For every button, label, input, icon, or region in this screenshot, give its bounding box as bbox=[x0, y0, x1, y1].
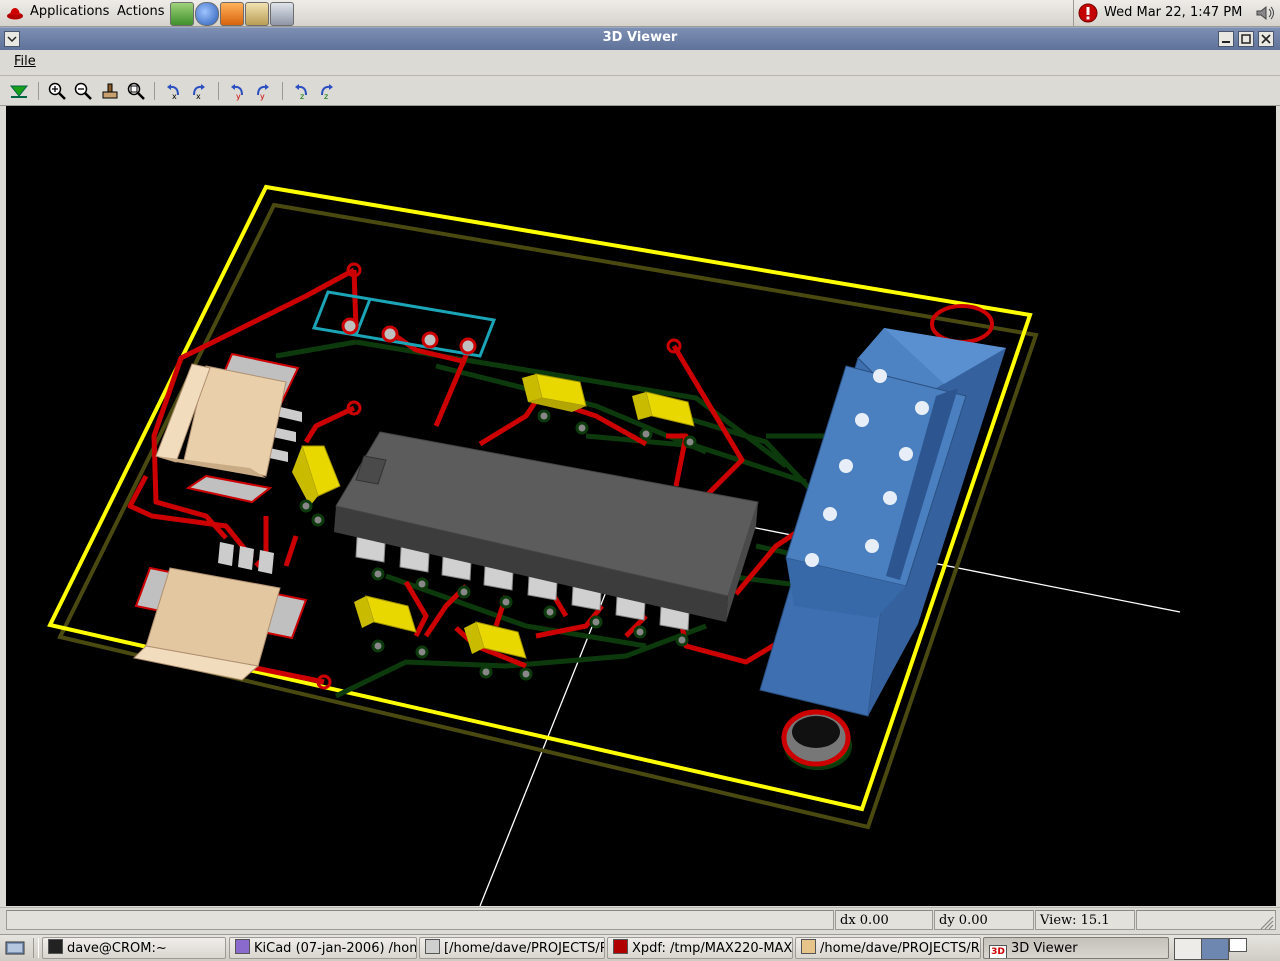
rotate-y-neg-button[interactable]: y bbox=[227, 81, 247, 101]
svg-text:y: y bbox=[260, 92, 265, 101]
toolbar: x x y y z z bbox=[0, 76, 1280, 106]
clock[interactable]: Wed Mar 22, 1:47 PM bbox=[1104, 5, 1242, 20]
window-title: 3D Viewer bbox=[602, 30, 678, 45]
kicad-icon bbox=[235, 939, 250, 954]
applications-menu[interactable]: Applications bbox=[30, 4, 109, 19]
toolbar-separator bbox=[282, 82, 283, 100]
rotate-y-neg-icon: y bbox=[231, 84, 243, 101]
text-editor-launcher-icon[interactable] bbox=[245, 2, 269, 26]
connector-j2 bbox=[132, 542, 308, 681]
top-panel: Applications Actions Wed Mar 22, 1:47 PM bbox=[0, 0, 1280, 27]
status-view: View: 15.1 bbox=[1035, 910, 1135, 930]
task-file-browser[interactable]: /home/dave/PROJECTS/R bbox=[795, 937, 981, 959]
redraw-button[interactable] bbox=[100, 81, 120, 101]
task-label: dave@CROM:~ bbox=[67, 941, 167, 956]
xpdf-icon bbox=[613, 939, 628, 954]
workspace-1[interactable] bbox=[1174, 938, 1202, 960]
pcb-3d-render bbox=[47, 184, 1181, 906]
rotate-x-neg-button[interactable]: x bbox=[163, 81, 183, 101]
rotate-x-pos-button[interactable]: x bbox=[189, 81, 209, 101]
svg-text:x: x bbox=[172, 92, 177, 101]
status-dx: dx 0.00 bbox=[835, 910, 933, 930]
web-browser-launcher-icon[interactable] bbox=[195, 2, 219, 26]
toolbar-separator bbox=[38, 82, 39, 100]
capacitor bbox=[292, 445, 341, 527]
task-label: [/home/dave/PROJECTS/R bbox=[444, 941, 605, 956]
minimize-icon bbox=[1222, 41, 1230, 43]
connector-j1 bbox=[155, 352, 302, 504]
zoom-in-button[interactable] bbox=[47, 81, 67, 101]
close-button[interactable] bbox=[1258, 31, 1274, 47]
rotate-z-pos-icon: z bbox=[321, 84, 333, 101]
task-label: KiCad (07-jan-2006) /hom bbox=[254, 941, 417, 956]
pcbnew-icon bbox=[425, 939, 440, 954]
rotate-z-pos-button[interactable]: z bbox=[317, 81, 337, 101]
task-label: 3D Viewer bbox=[1011, 941, 1078, 956]
status-extra-field bbox=[1136, 910, 1276, 930]
spreadsheet-launcher-icon[interactable] bbox=[270, 2, 294, 26]
svg-text:x: x bbox=[196, 92, 201, 101]
maximize-button[interactable] bbox=[1238, 31, 1254, 47]
task-pcbnew[interactable]: [/home/dave/PROJECTS/R bbox=[419, 937, 605, 959]
workspace-3[interactable] bbox=[1229, 938, 1247, 952]
redraw-icon bbox=[102, 83, 118, 99]
rotate-y-pos-button[interactable]: y bbox=[253, 81, 273, 101]
alert-icon[interactable] bbox=[1078, 3, 1098, 23]
menu-file[interactable]: File bbox=[14, 54, 36, 69]
rotate-z-neg-button[interactable]: z bbox=[291, 81, 311, 101]
toolbar-separator bbox=[154, 82, 155, 100]
mounting-hole bbox=[781, 709, 852, 770]
db9-connector bbox=[759, 328, 1006, 717]
reload-button[interactable] bbox=[9, 81, 29, 101]
task-label: /home/dave/PROJECTS/R bbox=[820, 941, 980, 956]
task-xpdf[interactable]: Xpdf: /tmp/MAX220-MAX2 bbox=[607, 937, 793, 959]
zoom-fit-icon bbox=[127, 82, 145, 100]
email-launcher-icon[interactable] bbox=[220, 2, 244, 26]
window-titlebar[interactable]: 3D Viewer bbox=[0, 27, 1280, 51]
svg-text:z: z bbox=[324, 92, 328, 101]
volume-icon[interactable] bbox=[1254, 4, 1276, 22]
reload-icon bbox=[9, 85, 29, 98]
task-3d-viewer[interactable]: 3D 3D Viewer bbox=[983, 937, 1169, 959]
workspace-2[interactable] bbox=[1201, 938, 1229, 960]
svg-text:y: y bbox=[236, 92, 241, 101]
svg-text:z: z bbox=[300, 92, 304, 101]
capacitor bbox=[354, 595, 429, 659]
toolbar-separator bbox=[218, 82, 219, 100]
task-terminal[interactable]: dave@CROM:~ bbox=[42, 937, 226, 959]
3d-viewer-icon: 3D bbox=[989, 945, 1007, 958]
clock-area: Wed Mar 22, 1:47 PM bbox=[1073, 0, 1280, 26]
zoom-fit-button[interactable] bbox=[126, 81, 146, 101]
menubar: File bbox=[0, 50, 1280, 76]
rotate-x-neg-icon: x bbox=[167, 84, 179, 101]
file-manager-launcher-icon[interactable] bbox=[170, 2, 194, 26]
close-icon bbox=[1261, 34, 1271, 44]
3d-viewport[interactable] bbox=[6, 106, 1276, 906]
rotate-y-pos-icon: y bbox=[257, 84, 269, 101]
task-kicad[interactable]: KiCad (07-jan-2006) /hom bbox=[229, 937, 417, 959]
rotate-x-pos-icon: x bbox=[193, 84, 205, 101]
rotate-z-neg-icon: z bbox=[295, 84, 307, 101]
zoom-out-button[interactable] bbox=[73, 81, 93, 101]
resize-grip-icon[interactable] bbox=[1258, 914, 1274, 930]
taskbar: dave@CROM:~ KiCad (07-jan-2006) /hom [/h… bbox=[0, 934, 1280, 961]
actions-menu[interactable]: Actions bbox=[117, 4, 165, 19]
taskbar-handle[interactable] bbox=[33, 938, 39, 958]
status-message-field bbox=[6, 910, 834, 930]
maximize-icon bbox=[1241, 34, 1251, 44]
status-bar: dx 0.00 dy 0.00 View: 15.1 bbox=[0, 907, 1280, 934]
zoom-out-icon bbox=[74, 82, 92, 100]
minimize-button[interactable] bbox=[1218, 31, 1234, 47]
task-label: Xpdf: /tmp/MAX220-MAX2 bbox=[632, 941, 793, 956]
status-dy: dy 0.00 bbox=[934, 910, 1034, 930]
show-desktop-icon[interactable] bbox=[4, 939, 26, 957]
terminal-icon bbox=[48, 939, 63, 954]
capacitor bbox=[464, 621, 533, 681]
folder-icon bbox=[801, 939, 816, 954]
zoom-in-icon bbox=[48, 82, 66, 100]
redhat-logo-icon[interactable] bbox=[6, 5, 24, 21]
